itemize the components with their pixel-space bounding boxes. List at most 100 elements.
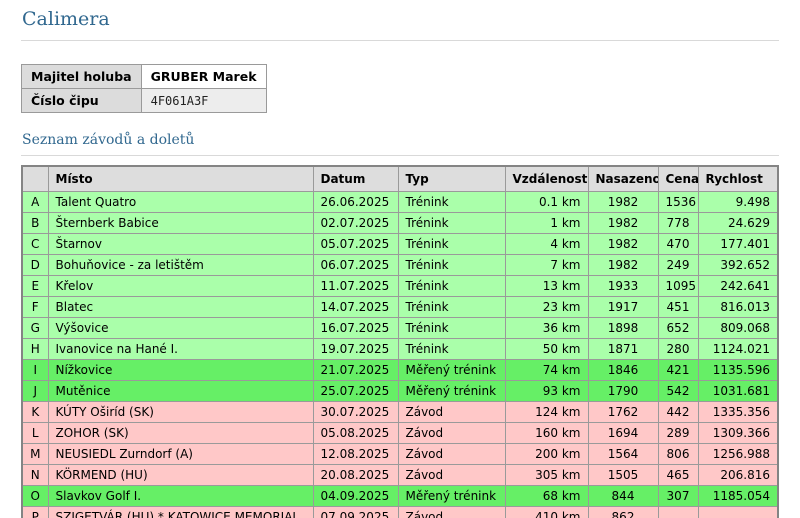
cell-key: G: [22, 318, 48, 339]
cell-speed: 9.498: [698, 192, 778, 213]
cell-type: Trénink: [398, 276, 505, 297]
race-row-F: FBlatec14.07.2025Trénink23 km1917451816.…: [22, 297, 778, 318]
cell-speed: 1256.988: [698, 444, 778, 465]
cell-entered: 1982: [588, 255, 658, 276]
cell-place: Talent Quatro: [48, 192, 313, 213]
cell-prize: 451: [658, 297, 698, 318]
cell-distance: 93 km: [505, 381, 588, 402]
cell-distance: 50 km: [505, 339, 588, 360]
cell-key: I: [22, 360, 48, 381]
cell-date: 14.07.2025: [313, 297, 398, 318]
cell-entered: 1982: [588, 234, 658, 255]
cell-type: Trénink: [398, 318, 505, 339]
column-header-key: [22, 166, 48, 192]
cell-speed: 206.816: [698, 465, 778, 486]
cell-entered: 1982: [588, 213, 658, 234]
cell-date: 16.07.2025: [313, 318, 398, 339]
cell-key: P: [22, 507, 48, 518]
cell-type: Trénink: [398, 234, 505, 255]
cell-type: Měřený trénink: [398, 360, 505, 381]
cell-place: ZOHOR (SK): [48, 423, 313, 444]
cell-place: Křelov: [48, 276, 313, 297]
races-table-body: ATalent Quatro26.06.2025Trénink0.1 km198…: [22, 192, 778, 518]
cell-prize: 421: [658, 360, 698, 381]
cell-distance: 4 km: [505, 234, 588, 255]
cell-key: L: [22, 423, 48, 444]
cell-entered: 1846: [588, 360, 658, 381]
cell-key: D: [22, 255, 48, 276]
cell-entered: 1917: [588, 297, 658, 318]
cell-type: Závod: [398, 423, 505, 444]
cell-entered: 862: [588, 507, 658, 518]
cell-entered: 1505: [588, 465, 658, 486]
cell-place: NEUSIEDL Zurndorf (A): [48, 444, 313, 465]
cell-distance: 305 km: [505, 465, 588, 486]
cell-entered: 1694: [588, 423, 658, 444]
cell-prize: 289: [658, 423, 698, 444]
cell-key: A: [22, 192, 48, 213]
page: Calimera Majitel holuba GRUBER Marek Čís…: [0, 0, 800, 518]
cell-type: Měřený trénink: [398, 381, 505, 402]
cell-type: Závod: [398, 465, 505, 486]
owner-info-table: Majitel holuba GRUBER Marek Číslo čipu 4…: [21, 64, 267, 113]
race-row-I: INížkovice21.07.2025Měřený trénink74 km1…: [22, 360, 778, 381]
race-row-N: NKÖRMEND (HU)20.08.2025Závod305 km150546…: [22, 465, 778, 486]
cell-prize: 280: [658, 339, 698, 360]
cell-distance: 1 km: [505, 213, 588, 234]
cell-key: M: [22, 444, 48, 465]
cell-speed: 809.068: [698, 318, 778, 339]
cell-prize: 1095: [658, 276, 698, 297]
cell-type: Závod: [398, 507, 505, 518]
cell-type: Závod: [398, 444, 505, 465]
column-header-rychlost: Rychlost: [698, 166, 778, 192]
cell-date: 25.07.2025: [313, 381, 398, 402]
chip-row: Číslo čipu 4F061A3F: [22, 89, 267, 113]
cell-prize: 465: [658, 465, 698, 486]
cell-type: Trénink: [398, 339, 505, 360]
race-row-E: EKřelov11.07.2025Trénink13 km19331095242…: [22, 276, 778, 297]
cell-place: Nížkovice: [48, 360, 313, 381]
cell-place: KÚTY Oširíd (SK): [48, 402, 313, 423]
cell-distance: 0.1 km: [505, 192, 588, 213]
cell-date: 19.07.2025: [313, 339, 398, 360]
cell-date: 26.06.2025: [313, 192, 398, 213]
cell-place: Ivanovice na Hané I.: [48, 339, 313, 360]
cell-prize: 470: [658, 234, 698, 255]
cell-distance: 36 km: [505, 318, 588, 339]
race-row-B: BŠternberk Babice02.07.2025Trénink1 km19…: [22, 213, 778, 234]
column-header-vzdalenost: Vzdálenost: [505, 166, 588, 192]
race-row-P: PSZIGETVÁR (HU) * KATOWICE MEMORIAL07.09…: [22, 507, 778, 518]
cell-key: K: [22, 402, 48, 423]
cell-speed: 24.629: [698, 213, 778, 234]
cell-distance: 124 km: [505, 402, 588, 423]
column-header-datum: Datum: [313, 166, 398, 192]
race-row-H: HIvanovice na Hané I.19.07.2025Trénink50…: [22, 339, 778, 360]
cell-place: Bohuňovice - za letištěm: [48, 255, 313, 276]
cell-distance: 23 km: [505, 297, 588, 318]
cell-prize: 652: [658, 318, 698, 339]
cell-prize: 249: [658, 255, 698, 276]
cell-date: 30.07.2025: [313, 402, 398, 423]
cell-speed: 392.652: [698, 255, 778, 276]
cell-type: Měřený trénink: [398, 486, 505, 507]
cell-distance: 74 km: [505, 360, 588, 381]
cell-place: SZIGETVÁR (HU) * KATOWICE MEMORIAL: [48, 507, 313, 518]
cell-key: F: [22, 297, 48, 318]
cell-place: Štarnov: [48, 234, 313, 255]
cell-place: Mutěnice: [48, 381, 313, 402]
cell-prize: 442: [658, 402, 698, 423]
cell-entered: 1898: [588, 318, 658, 339]
cell-date: 05.08.2025: [313, 423, 398, 444]
race-row-O: OSlavkov Golf I.04.09.2025Měřený trénink…: [22, 486, 778, 507]
cell-date: 05.07.2025: [313, 234, 398, 255]
race-row-K: KKÚTY Oširíd (SK)30.07.2025Závod124 km17…: [22, 402, 778, 423]
races-table: Místo Datum Typ Vzdálenost Nasazeno Cena…: [21, 165, 779, 518]
cell-speed: 1031.681: [698, 381, 778, 402]
cell-key: E: [22, 276, 48, 297]
cell-entered: 1790: [588, 381, 658, 402]
cell-prize: [658, 507, 698, 518]
cell-entered: 1982: [588, 192, 658, 213]
cell-date: 04.09.2025: [313, 486, 398, 507]
cell-type: Trénink: [398, 213, 505, 234]
section-heading: Seznam závodů a doletů: [21, 132, 779, 156]
